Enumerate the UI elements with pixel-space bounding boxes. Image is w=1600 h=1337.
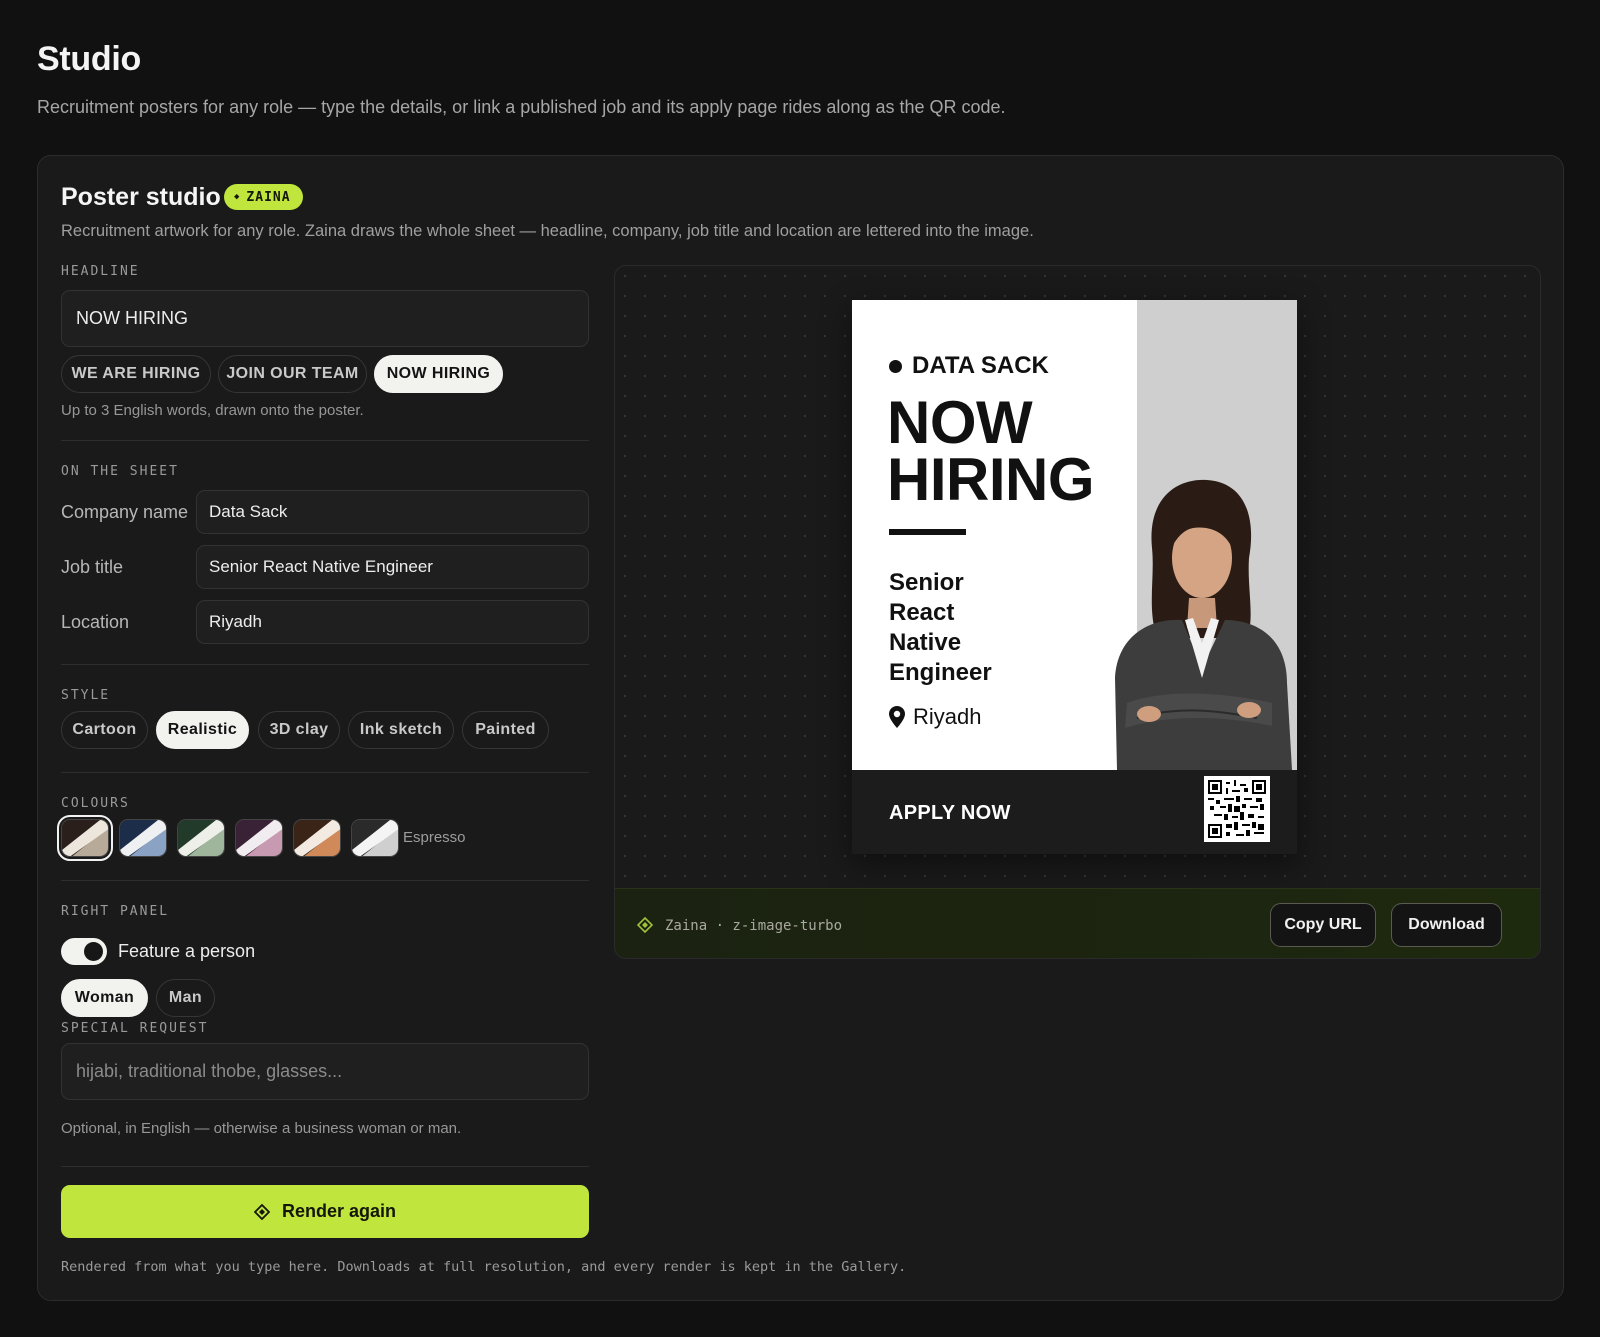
gender-option-woman[interactable]: Woman — [61, 979, 148, 1017]
poster-image: DATA SACK NOW HIRING Senior React Native… — [852, 300, 1297, 854]
feature-person-toggle[interactable] — [61, 938, 107, 965]
job-title-label: Job title — [61, 557, 124, 577]
colour-swatch-navy[interactable] — [119, 819, 167, 857]
swatch-graphic — [294, 820, 340, 856]
studio-title: Poster studio — [61, 183, 221, 211]
style-label: STYLE — [61, 688, 111, 703]
divider — [61, 880, 589, 881]
headline-hint: Up to 3 English words, drawn onto the po… — [61, 402, 364, 419]
style-option-painted[interactable]: Painted — [462, 711, 549, 749]
feature-person-label: Feature a person — [118, 941, 256, 961]
headline-input[interactable]: NOW HIRING — [61, 290, 589, 347]
colours-label: COLOURS — [61, 796, 130, 811]
render-again-label: Render again — [281, 1201, 397, 1221]
poster-apply-text: APPLY NOW — [889, 802, 1011, 824]
colour-swatch-terracotta[interactable] — [293, 819, 341, 857]
divider — [61, 440, 589, 441]
toggle-knob — [84, 942, 103, 961]
poster-headline-line: NOW — [887, 389, 1033, 456]
page-subtitle: Recruitment posters for any role — type … — [37, 97, 1006, 117]
poster-job-line: Senior — [889, 569, 964, 596]
diamond-icon — [253, 1203, 270, 1220]
zaina-badge: ◆ ZAINA — [224, 184, 303, 210]
job-title-input[interactable]: Senior React Native Engineer — [196, 545, 589, 589]
page-title: Studio — [37, 40, 141, 78]
divider — [61, 772, 589, 773]
location-input[interactable]: Riyadh — [196, 600, 589, 644]
poster-footer: APPLY NOW — [852, 770, 1297, 854]
poster-job-line: Engineer — [889, 659, 992, 686]
download-button[interactable]: Download — [1391, 903, 1502, 947]
studio-description: Recruitment artwork for any role. Zaina … — [61, 222, 1034, 240]
render-again-button[interactable]: Render again — [61, 1185, 589, 1238]
poster-job-title: Senior React Native Engineer — [889, 568, 1059, 688]
special-request-input[interactable]: hijabi, traditional thobe, glasses... — [61, 1043, 589, 1100]
special-request-hint: Optional, in English — otherwise a busin… — [61, 1120, 462, 1137]
swatch-graphic — [120, 820, 166, 856]
model-name: Zaina · z-image-turbo — [665, 918, 843, 934]
style-option-realistic[interactable]: Realistic — [156, 711, 249, 749]
poster-rule — [889, 529, 966, 535]
style-option-cartoon[interactable]: Cartoon — [61, 711, 148, 749]
businesswoman-illustration — [1115, 479, 1292, 770]
headline-preset-join-our-team[interactable]: JOIN OUR TEAM — [218, 355, 367, 393]
selected-colour-name: Espresso — [403, 829, 466, 846]
poster-job-line: React — [889, 599, 955, 626]
sparkle-icon: ◆ — [234, 192, 241, 202]
poster-job-line: Native — [889, 629, 962, 656]
swatch-graphic — [352, 820, 398, 856]
right-panel-label: RIGHT PANEL — [61, 904, 170, 919]
style-option-3d-clay[interactable]: 3D clay — [258, 711, 340, 749]
brand-dot-icon — [889, 359, 902, 373]
colour-swatch-forest[interactable] — [177, 819, 225, 857]
swatch-graphic — [62, 820, 108, 856]
qr-graphic — [1208, 780, 1266, 838]
render-footnote: Rendered from what you type here. Downlo… — [61, 1259, 907, 1275]
divider — [61, 664, 589, 665]
colour-swatch-mono[interactable] — [351, 819, 399, 857]
copy-url-button[interactable]: Copy URL — [1270, 903, 1376, 947]
qr-code-icon — [1204, 776, 1270, 842]
company-name-input[interactable]: Data Sack — [196, 490, 589, 534]
poster-brand: DATA SACK — [889, 352, 1049, 380]
poster-location: Riyadh — [889, 704, 981, 730]
company-name-label: Company name — [61, 502, 189, 522]
poster-brand-text: DATA SACK — [912, 352, 1049, 379]
map-pin-icon — [889, 706, 905, 728]
location-label: Location — [61, 612, 130, 632]
diamond-icon — [637, 917, 653, 933]
colour-swatch-plum[interactable] — [235, 819, 283, 857]
headline-preset-we-are-hiring[interactable]: WE ARE HIRING — [61, 355, 211, 393]
special-request-label: SPECIAL REQUEST — [61, 1021, 209, 1036]
sheet-label: ON THE SHEET — [61, 464, 179, 479]
poster-location-text: Riyadh — [913, 704, 982, 729]
poster-preview: DATA SACK NOW HIRING Senior React Native… — [614, 265, 1541, 959]
swatch-graphic — [236, 820, 282, 856]
swatch-graphic — [178, 820, 224, 856]
colour-swatch-espresso[interactable] — [57, 815, 113, 861]
gender-option-man[interactable]: Man — [156, 979, 215, 1017]
headline-label: HEADLINE — [61, 264, 140, 279]
badge-label: ZAINA — [246, 189, 291, 205]
divider — [61, 1166, 589, 1167]
headline-preset-now-hiring[interactable]: NOW HIRING — [374, 355, 503, 393]
poster-studio-card: Poster studio ◆ ZAINA Recruitment artwor… — [37, 155, 1564, 1301]
style-option-ink-sketch[interactable]: Ink sketch — [348, 711, 454, 749]
preview-action-bar: Zaina · z-image-turbo Copy URL Download — [615, 888, 1540, 958]
